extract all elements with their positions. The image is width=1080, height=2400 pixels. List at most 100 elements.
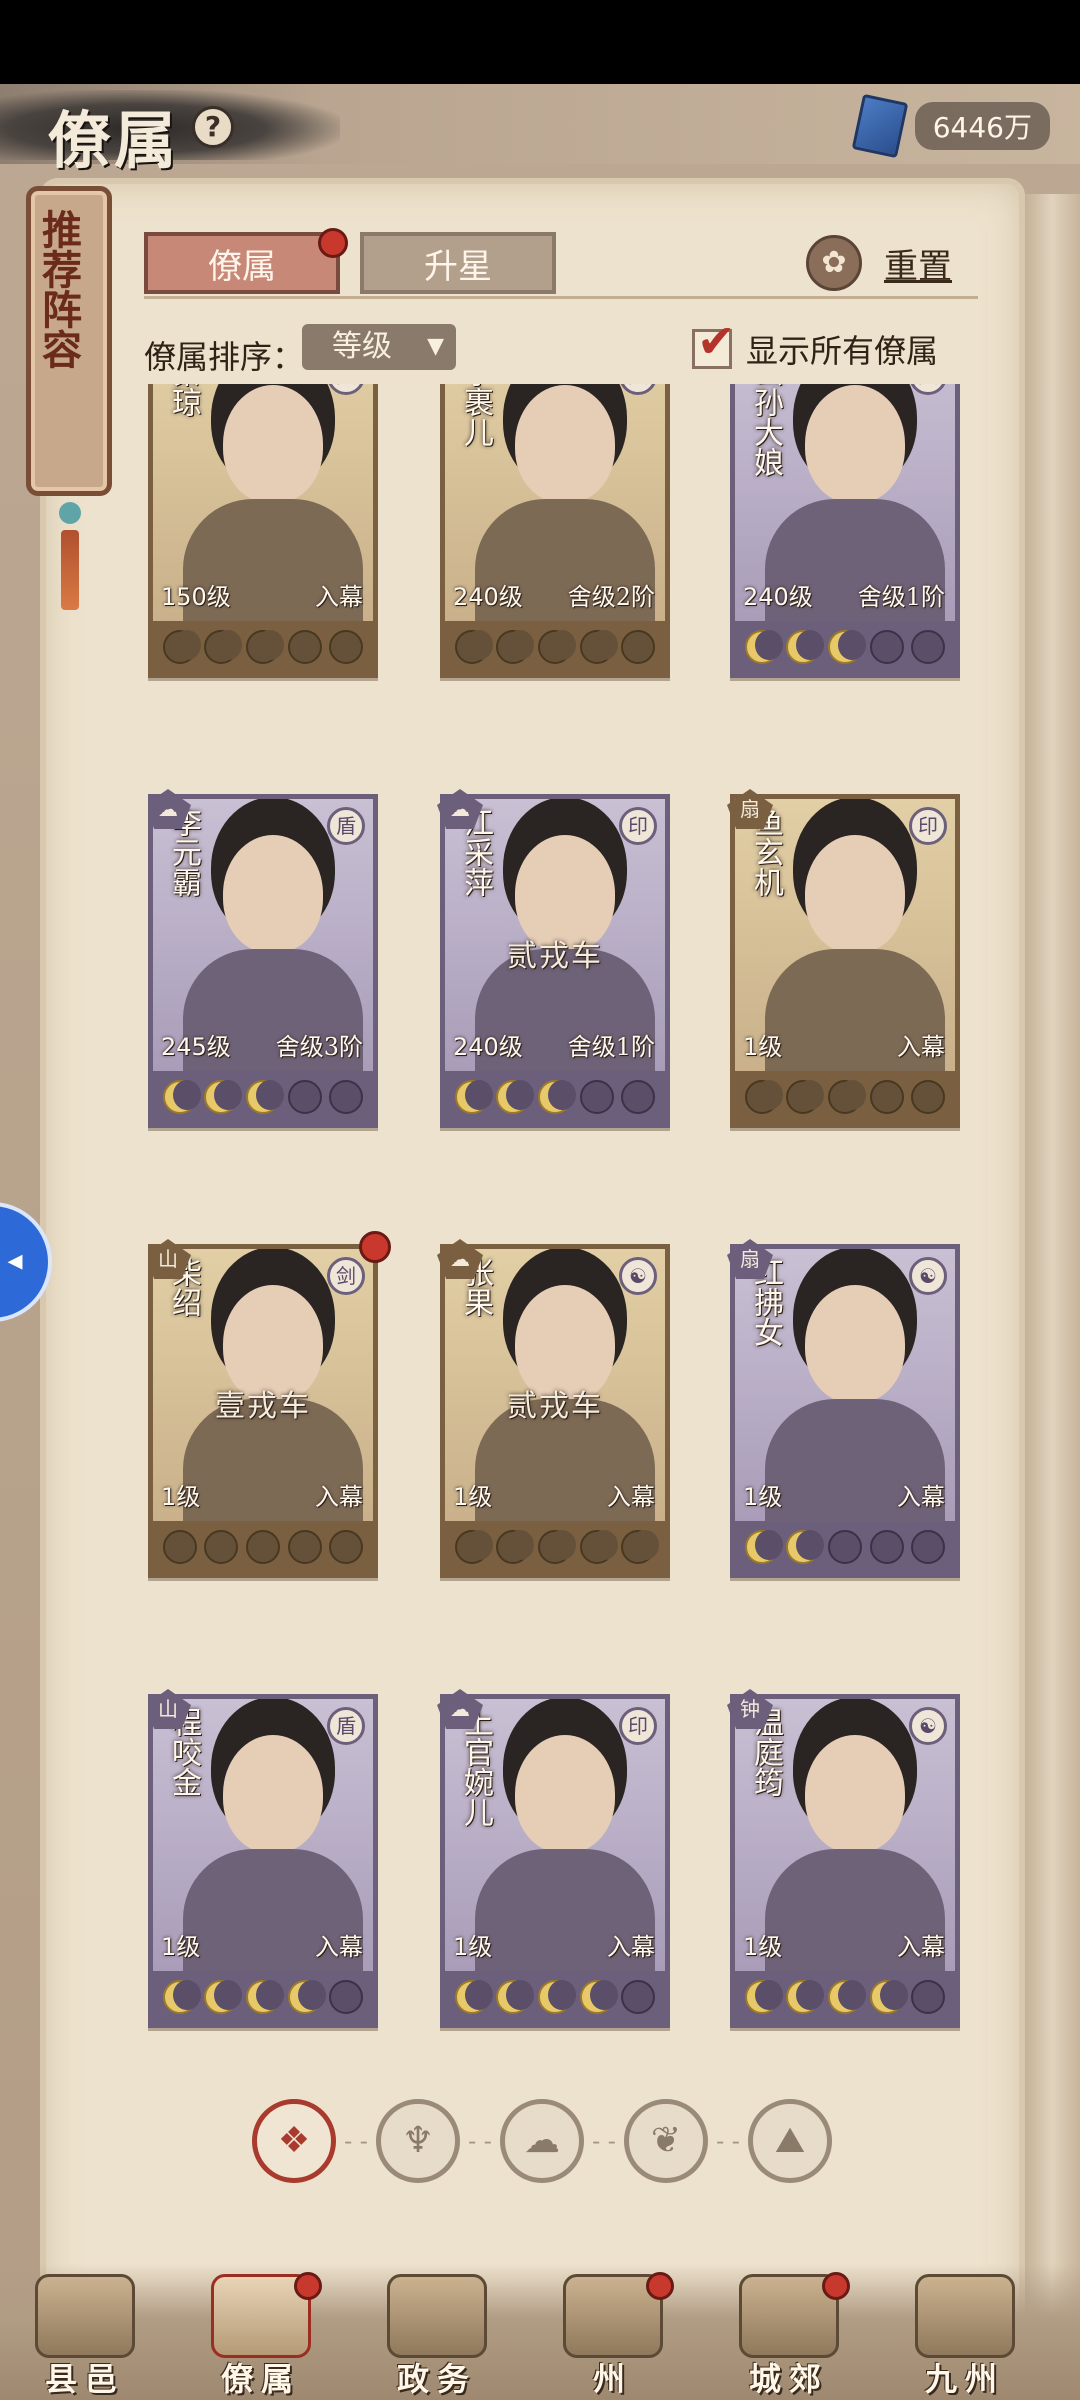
- card-level: 245级: [161, 1033, 231, 1061]
- scroll-edge-decoration: [1024, 194, 1080, 2364]
- star-rating: [153, 1521, 373, 1573]
- currency-value: 6446万: [914, 102, 1050, 150]
- nav-building-icon: [915, 2274, 1015, 2358]
- star-rating: [735, 621, 955, 673]
- card-level: 1级: [453, 1933, 493, 1961]
- moon-star-icon: [827, 1980, 866, 2014]
- star-rating: [445, 1071, 665, 1123]
- moon-star-icon: [329, 1080, 364, 1114]
- subordinate-card[interactable]: 江采萍印 ☁ 贰戎车 240级 舍级1阶: [437, 789, 670, 1128]
- subordinate-card[interactable]: 李元霸盾 ☁ 245级 舍级3阶: [148, 789, 378, 1128]
- bell-icon[interactable]: ♆: [376, 2099, 460, 2183]
- reset-button[interactable]: ✿ 重置: [806, 232, 972, 294]
- subordinate-card[interactable]: 李裹儿人240级舍级2阶: [440, 384, 670, 678]
- star-rating: [153, 621, 373, 673]
- recommended-lineup-button[interactable]: 推荐阵容: [26, 186, 112, 496]
- fan-icon[interactable]: ❦: [624, 2099, 708, 2183]
- moon-star-icon: [329, 1530, 364, 1564]
- currency-display[interactable]: 6446万: [851, 93, 1050, 159]
- chariot-assignment: 贰戎车: [507, 1389, 603, 1424]
- book-currency-icon: [851, 93, 909, 159]
- card-level: 1级: [743, 1033, 783, 1061]
- nav-label: 州: [592, 2360, 633, 2398]
- show-all-checkbox[interactable]: ✔: [692, 314, 736, 369]
- subordinate-card[interactable]: 上官婉儿印 ☁ 1级 入幕: [437, 1689, 670, 2028]
- moon-star-icon: [827, 1080, 866, 1114]
- portrait-head: [515, 385, 615, 503]
- tab-subordinates[interactable]: 僚属: [144, 232, 340, 294]
- portrait-head: [805, 1735, 905, 1853]
- moon-star-icon: [245, 630, 284, 664]
- cloud-icon[interactable]: ☁: [500, 2099, 584, 2183]
- sort-dropdown[interactable]: 等级 ▼: [302, 324, 456, 370]
- subordinate-card[interactable]: 柴绍剑山壹戎车 1级 入幕: [148, 1231, 391, 1578]
- chariot-assignment: 贰戎车: [507, 939, 603, 974]
- portrait-head: [515, 1735, 615, 1853]
- moon-star-icon: [329, 1980, 364, 2014]
- diamond-lattice-icon[interactable]: ❖: [252, 2099, 336, 2183]
- nav-item[interactable]: 州: [538, 2264, 688, 2400]
- moon-star-icon: [869, 1530, 904, 1564]
- moon-star-icon: [869, 1080, 904, 1114]
- card-status: 舍级1阶: [857, 583, 945, 611]
- card-level: 1级: [743, 1933, 783, 1961]
- nav-item[interactable]: 城郊: [714, 2264, 864, 2400]
- nav-item[interactable]: 九州: [890, 2264, 1040, 2400]
- star-rating: [153, 1971, 373, 2023]
- notification-dot: [822, 2272, 850, 2300]
- moon-star-icon: [744, 1980, 783, 2014]
- category-filter-bar: ❖ - - ♆ - - ☁ - - ❦ - - ⛰: [252, 2096, 852, 2186]
- nav-item[interactable]: 政务: [362, 2264, 512, 2400]
- moon-star-icon: [786, 630, 825, 664]
- moon-star-icon: [621, 1980, 656, 2014]
- recommended-lineup-label: 推荐阵容: [35, 209, 82, 369]
- class-icon: 扇: [727, 1239, 773, 1279]
- moon-star-icon: [454, 1080, 493, 1114]
- moon-star-icon: [245, 1080, 284, 1114]
- tassel-decoration: [58, 496, 82, 616]
- moon-star-icon: [744, 630, 783, 664]
- card-level: 240级: [743, 583, 813, 611]
- mountain-icon[interactable]: ⛰: [748, 2099, 832, 2183]
- nav-item[interactable]: 县邑: [10, 2264, 160, 2400]
- show-all-toggle[interactable]: ✔ 显示所有僚属: [692, 314, 938, 374]
- app-root: 僚属 ? 6446万 推荐阵容 僚属 升星 ✿ 重置 僚属排序： 等级 ▼ ✔ …: [0, 84, 1080, 2400]
- moon-star-icon: [496, 1080, 535, 1114]
- card-status: 舍级1阶: [567, 1033, 655, 1061]
- tab-star-up[interactable]: 升星: [360, 232, 556, 294]
- card-name: 公孙大娘: [748, 384, 783, 477]
- moon-star-icon: [537, 1080, 576, 1114]
- moon-star-icon: [786, 1530, 825, 1564]
- moon-star-icon: [579, 1080, 614, 1114]
- nav-label: 县邑: [44, 2360, 125, 2398]
- card-status: 舍级2阶: [567, 583, 655, 611]
- star-rating: [735, 1971, 955, 2023]
- nav-item[interactable]: 僚属: [186, 2264, 336, 2400]
- subordinate-card[interactable]: 鱼玄机印扇 1级 入幕: [727, 789, 960, 1128]
- nav-building-icon: [35, 2274, 135, 2358]
- help-icon[interactable]: ?: [192, 106, 234, 148]
- subordinate-card[interactable]: 秦琼人150级入幕: [148, 384, 378, 678]
- nav-label: 僚属: [220, 2360, 301, 2398]
- moon-star-icon: [786, 1080, 825, 1114]
- star-rating: [735, 1521, 955, 1573]
- star-rating: [735, 1071, 955, 1123]
- subordinate-card[interactable]: 公孙大娘人240级舍级1阶: [730, 384, 960, 678]
- subordinate-card[interactable]: 张果 ☯ ☁ 贰戎车 1级 入幕: [437, 1239, 670, 1578]
- moon-star-icon: [287, 1530, 322, 1564]
- filter-separator: - -: [716, 2127, 740, 2155]
- moon-star-icon: [786, 1980, 825, 2014]
- portrait-head: [223, 385, 323, 503]
- moon-star-icon: [537, 1980, 576, 2014]
- card-status: 舍级3阶: [275, 1033, 363, 1061]
- moon-star-icon: [744, 1530, 783, 1564]
- card-status: 入幕: [315, 583, 363, 611]
- portrait-head: [805, 1285, 905, 1403]
- card-level: 1级: [743, 1483, 783, 1511]
- attribute-badge-icon: 印: [619, 1707, 657, 1745]
- attribute-badge-icon: 剑: [327, 1257, 365, 1295]
- subordinate-card[interactable]: 红拂女 ☯ 扇 1级 入幕: [727, 1239, 960, 1578]
- subordinate-card[interactable]: 温庭筠 ☯ 钟 1级 入幕: [727, 1689, 960, 2028]
- card-status: 入幕: [315, 1483, 363, 1511]
- subordinate-card[interactable]: 程咬金盾山 1级 入幕: [148, 1689, 378, 2028]
